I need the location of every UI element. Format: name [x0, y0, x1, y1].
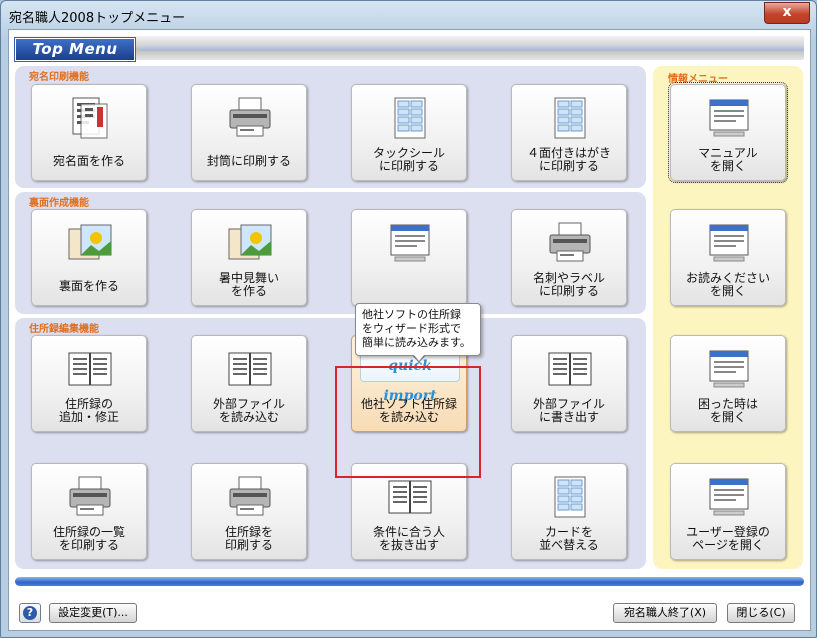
- section-title-address-book: 住所録編集機能: [29, 324, 99, 335]
- bottom-accent-bar: [15, 577, 804, 586]
- tile-import-file[interactable]: 外部ファイル を読み込む: [191, 335, 307, 432]
- quick-import-highlight: [335, 366, 481, 478]
- print-address-book-icon: [227, 475, 273, 519]
- tile-create-back-side[interactable]: 裏面を作る: [31, 209, 147, 306]
- tile-label: 困った時は を開く: [697, 397, 758, 424]
- tile-label: 条件に合う人 を抜き出す: [372, 525, 445, 552]
- readme-icon: [706, 221, 752, 265]
- tile-print-address-book[interactable]: 住所録を 印刷する: [191, 463, 307, 560]
- top-menu-logo: Top Menu: [15, 38, 135, 61]
- address-book-pen-icon: [67, 347, 113, 391]
- tile-label: お読みください を開く: [685, 271, 770, 298]
- title-bar[interactable]: 宛名職人2008トップメニュー x: [1, 1, 816, 29]
- tile-label: ユーザー登録の ページを開く: [686, 525, 770, 552]
- tile-label: マニュアル を開く: [698, 146, 758, 173]
- tile-card-layout[interactable]: [351, 209, 467, 306]
- tile-print-four-postcards[interactable]: ４面付きはがき に印刷する: [511, 84, 627, 181]
- help-button[interactable]: ?: [19, 603, 41, 623]
- postcard-address-icon: [67, 96, 113, 140]
- tile-label: 住所録を 印刷する: [224, 525, 273, 552]
- tile-print-business-card[interactable]: 名刺やラベル に印刷する: [511, 209, 627, 306]
- tile-print-tack-seal[interactable]: タックシール に印刷する: [351, 84, 467, 181]
- four-postcard-sheet-icon: [547, 96, 593, 140]
- tile-label: 外部ファイル に書き出す: [532, 397, 605, 424]
- window-title: 宛名職人2008トップメニュー: [9, 11, 186, 26]
- export-file-icon: [547, 347, 593, 391]
- section-title-back-side: 裏面作成機能: [29, 198, 89, 209]
- tile-sort-cards[interactable]: カードを 並べ替える: [511, 463, 627, 560]
- tile-label: 住所録の一覧 を印刷する: [52, 525, 125, 552]
- tile-label: 名刺やラベル に印刷する: [532, 271, 605, 298]
- label-sheet-icon: [387, 96, 433, 140]
- tile-label: カードを 並べ替える: [539, 525, 599, 552]
- tile-edit-address-book[interactable]: 住所録の 追加・修正: [31, 335, 147, 432]
- section-title-address-print: 宛名印刷機能: [29, 72, 89, 83]
- tile-label: ４面付きはがき に印刷する: [526, 146, 611, 173]
- troubleshoot-icon: [706, 347, 752, 391]
- tile-label: 裏面を作る: [58, 279, 119, 293]
- tile-label: タックシール に印刷する: [372, 146, 445, 173]
- app-window: 宛名職人2008トップメニュー x Top Menu 宛名印刷機能 宛名面を作る…: [0, 0, 817, 638]
- tile-label: 住所録の 追加・修正: [58, 397, 119, 424]
- printer-envelope-icon: [227, 96, 273, 140]
- tile-label: 封筒に印刷する: [206, 154, 291, 168]
- user-registration-icon: [706, 475, 752, 519]
- window-close-button[interactable]: x: [764, 2, 810, 24]
- tooltip-tail-inner: [413, 354, 425, 361]
- manual-icon: [706, 96, 752, 140]
- help-icon: ?: [23, 606, 37, 620]
- greeting-card-icon: [67, 221, 113, 265]
- close-button[interactable]: 閉じる(C): [727, 603, 795, 623]
- tile-open-troubleshoot[interactable]: 困った時は を開く: [670, 335, 786, 432]
- summer-greeting-card-icon: [227, 221, 273, 265]
- tile-export-file[interactable]: 外部ファイル に書き出す: [511, 335, 627, 432]
- sort-cards-icon: [547, 475, 593, 519]
- section-address-print: 宛名印刷機能 宛名面を作る 封筒に印刷する タックシール に印刷する ４面付きは…: [15, 66, 646, 188]
- tile-label: 暑中見舞い を作る: [218, 271, 279, 298]
- tile-create-address-side[interactable]: 宛名面を作る: [31, 84, 147, 181]
- function-panel: 宛名印刷機能 宛名面を作る 封筒に印刷する タックシール に印刷する ４面付きは…: [15, 66, 646, 569]
- header-stripe: [141, 45, 804, 51]
- section-back-side: 裏面作成機能 裏面を作る 暑中見舞い を作る 名刺やラベル に印刷する: [15, 192, 646, 314]
- tile-open-readme[interactable]: お読みください を開く: [670, 209, 786, 306]
- business-card-printer-icon: [547, 221, 593, 265]
- import-file-icon: [227, 347, 273, 391]
- client-area: Top Menu 宛名印刷機能 宛名面を作る 封筒に印刷する タックシール に印…: [8, 29, 811, 631]
- settings-button[interactable]: 設定変更(T)...: [49, 603, 137, 623]
- tile-print-envelope[interactable]: 封筒に印刷する: [191, 84, 307, 181]
- section-address-book: 住所録編集機能 住所録の 追加・修正 外部ファイル を読み込む quick im…: [15, 318, 646, 569]
- info-menu-title: 情報メニュー: [668, 74, 728, 85]
- exit-app-button[interactable]: 宛名職人終了(X): [613, 603, 717, 623]
- info-menu-panel: 情報メニュー マニュアル を開く お読みください を開く 困った時は を開く ユ…: [653, 66, 803, 569]
- tile-open-manual[interactable]: マニュアル を開く: [668, 82, 788, 183]
- tile-print-list[interactable]: 住所録の一覧 を印刷する: [31, 463, 147, 560]
- footer-bar: ? 設定変更(T)... 宛名職人終了(X) 閉じる(C): [9, 598, 810, 628]
- tile-user-registration[interactable]: ユーザー登録の ページを開く: [670, 463, 786, 560]
- tile-summer-greeting[interactable]: 暑中見舞い を作る: [191, 209, 307, 306]
- tile-label: 外部ファイル を読み込む: [212, 397, 285, 424]
- tile-label: 宛名面を作る: [52, 154, 125, 168]
- quick-import-tooltip: 他社ソフトの住所録 をウィザード形式で 簡単に読み込みます。: [355, 303, 481, 356]
- top-menu-header: Top Menu: [15, 36, 804, 61]
- card-layout-icon: [387, 221, 433, 265]
- filter-people-icon: [387, 475, 433, 519]
- print-list-icon: [67, 475, 113, 519]
